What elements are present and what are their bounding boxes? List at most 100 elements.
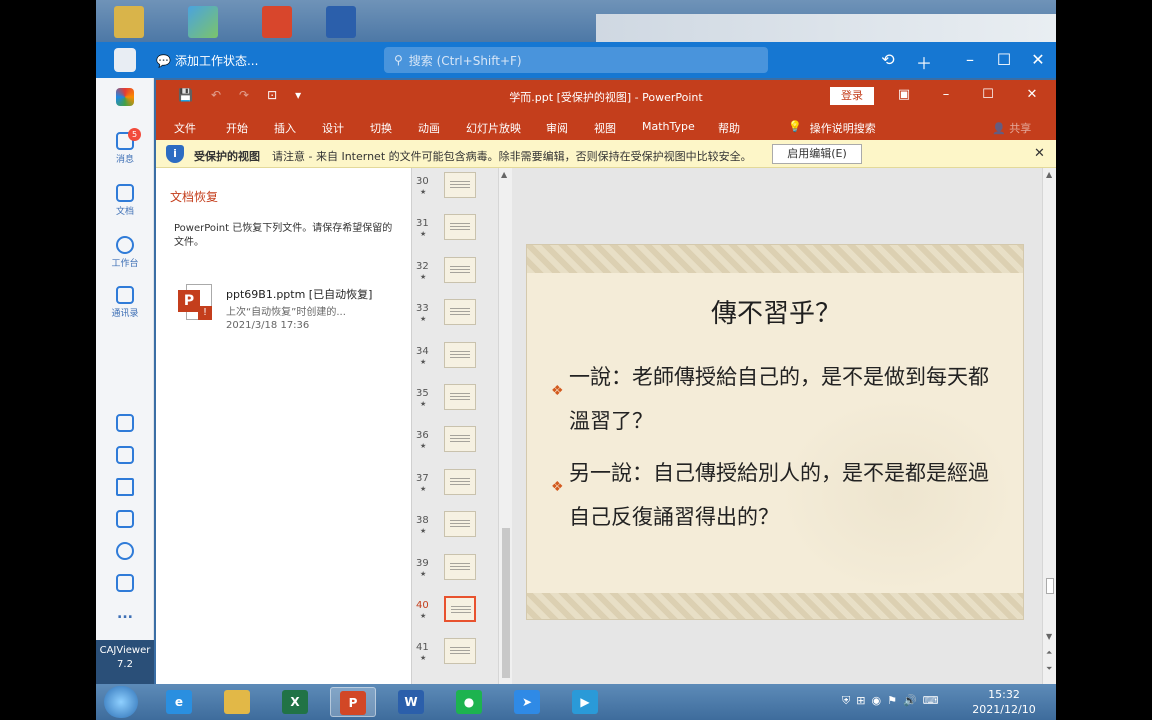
word-app-icon[interactable] (326, 6, 356, 38)
work-status[interactable]: 💬 添加工作状态... (156, 52, 258, 69)
slide-thumbnail-35[interactable]: 35 ★ (412, 384, 512, 414)
tab-help[interactable]: 帮助 (718, 120, 740, 136)
slide-thumbnail-33[interactable]: 33 ★ (412, 299, 512, 329)
cajviewer-shortcut[interactable]: CAJViewer 7.2 (96, 640, 154, 684)
slide-thumbnail-36[interactable]: 36 ★ (412, 426, 512, 456)
login-button[interactable]: 登录 (830, 87, 874, 105)
sidebar-item-docs[interactable]: 文档 (96, 184, 154, 217)
taskbar-dingtalk-icon[interactable]: ➤ (504, 687, 550, 717)
shield-icon: i (166, 145, 184, 163)
enable-editing-button[interactable]: 启用编辑(E) (772, 144, 862, 164)
scroll-down-icon[interactable]: ▼ (1046, 632, 1052, 641)
tab-transitions[interactable]: 切换 (370, 120, 392, 136)
phone-icon[interactable] (96, 542, 154, 562)
network-tray-icon[interactable]: ⊞ (856, 694, 865, 708)
tab-mathtype[interactable]: MathType (642, 120, 695, 133)
todo-check-icon[interactable] (96, 446, 154, 466)
shield-tray-icon[interactable]: ⛨ (842, 694, 850, 708)
current-slide[interactable]: 傳不習乎？ ❖ 一說：老師傳授給自己的，是不是做到每天都溫習了？ ❖ 另一說：自… (526, 244, 1024, 620)
taskbar-explorer-icon[interactable] (214, 687, 260, 717)
tab-design[interactable]: 设计 (322, 120, 344, 136)
taskbar-powerpoint-icon[interactable]: P (330, 687, 376, 717)
thumbnail-scrollbar[interactable]: ▲ (498, 168, 512, 684)
taskbar-clock[interactable]: 15:32 2021/12/10 (964, 687, 1044, 717)
plus-icon[interactable]: ＋ (914, 50, 934, 74)
lightning-icon[interactable] (96, 478, 154, 498)
flag-tray-icon[interactable]: ⚑ (887, 694, 897, 708)
slide-thumbnail-40[interactable]: 40 ★ (412, 596, 512, 626)
box-icon[interactable] (96, 574, 154, 594)
slide-bullet[interactable]: ❖ 另一說：自己傳授給別人的，是不是都是經過自己反復誦習得出的？ (551, 451, 1001, 539)
folder-icon[interactable] (114, 6, 144, 38)
tab-home[interactable]: 开始 (226, 120, 248, 136)
app-tray-icon[interactable]: ◉ (871, 694, 881, 708)
sidebar-item-contacts[interactable]: 通讯录 (96, 286, 154, 319)
pptx-file-icon[interactable]: P! (178, 284, 212, 322)
sidebar-label: 工作台 (111, 259, 139, 269)
thumbnail-image (444, 341, 476, 368)
calendar-icon[interactable] (96, 414, 154, 434)
transition-star-icon: ★ (420, 442, 427, 451)
minimize-icon[interactable]: – (936, 87, 956, 102)
windows-app-icon[interactable] (188, 6, 218, 38)
taskbar-video-icon[interactable]: ▶ (562, 687, 608, 717)
tab-view[interactable]: 视图 (594, 120, 616, 136)
taskbar-wechat-icon[interactable]: ● (446, 687, 492, 717)
dingtalk-search[interactable]: ⚲ 搜索 (Ctrl+Shift+F) (384, 47, 768, 73)
scroll-up-icon[interactable]: ▲ (1046, 170, 1052, 179)
slide-bottom-border (527, 593, 1023, 619)
tab-insert[interactable]: 插入 (274, 120, 296, 136)
slide-thumbnail-34[interactable]: 34 ★ (412, 341, 512, 372)
slide-bullet[interactable]: ❖ 一說：老師傳授給自己的，是不是做到每天都溫習了？ (551, 355, 1001, 443)
next-slide-icon[interactable]: ⏷ (1046, 664, 1052, 674)
taskbar-app-glyph (224, 690, 250, 714)
scroll-up-icon[interactable]: ▲ (501, 170, 507, 179)
keyboard-icon[interactable]: ⌨ (923, 694, 939, 708)
chat-bubble-icon: 💬 (156, 53, 171, 68)
slide-thumbnail-30[interactable]: 30 ★ (412, 172, 512, 202)
slide-thumbnail-39[interactable]: 39 ★ (412, 553, 512, 584)
more-icon[interactable]: ... (96, 606, 154, 622)
sidebar-item-messages[interactable]: 5 消息 (96, 128, 154, 165)
recovered-file-name[interactable]: ppt69B1.pptm [已自动恢复] (226, 286, 372, 302)
maximize-icon[interactable]: ☐ (994, 50, 1014, 69)
transition-star-icon: ★ (420, 484, 427, 493)
close-icon[interactable]: ✕ (1028, 50, 1048, 69)
sidebar-app-switcher[interactable] (96, 88, 154, 108)
history-icon[interactable]: ⟲ (878, 50, 898, 69)
taskbar-ie-icon[interactable]: e (156, 687, 202, 717)
mail-icon[interactable] (96, 510, 154, 530)
slide-title[interactable]: 傳不習乎？ (527, 293, 1023, 330)
taskbar-word-icon[interactable]: W (388, 687, 434, 717)
share-button[interactable]: 👤 共享 (992, 120, 1031, 136)
slide-thumbnail-31[interactable]: 31 ★ (412, 214, 512, 244)
thumbnail-number: 37 (416, 472, 429, 484)
thumbnail-image (444, 596, 476, 622)
close-icon[interactable]: ✕ (1022, 87, 1042, 102)
tab-animations[interactable]: 动画 (418, 120, 440, 136)
ribbon-display-icon[interactable]: ▣ (894, 87, 914, 102)
slide-thumbnail-41[interactable]: 41 ★ (412, 638, 512, 668)
close-bar-icon[interactable]: ✕ (1034, 146, 1045, 161)
slide-thumbnail-37[interactable]: 37 ★ (412, 468, 512, 499)
volume-icon[interactable]: 🔊 (903, 694, 917, 708)
tab-review[interactable]: 审阅 (546, 120, 568, 136)
slide-thumbnail-32[interactable]: 32 ★ (412, 256, 512, 287)
pdf-app-icon[interactable] (262, 6, 292, 38)
maximize-icon[interactable]: ☐ (978, 87, 998, 102)
slide-scrollbar[interactable]: ▲ ▼ ⏶ ⏷ (1042, 168, 1056, 684)
scroll-thumb[interactable] (502, 528, 510, 678)
previous-slide-icon[interactable]: ⏶ (1046, 648, 1052, 658)
tell-me-search[interactable]: 💡 操作说明搜索 (788, 120, 876, 136)
taskbar-excel-icon[interactable]: X (272, 687, 318, 717)
sidebar-item-workbench[interactable]: 工作台 (96, 236, 154, 269)
desktop-banner (596, 14, 1056, 42)
tab-slideshow[interactable]: 幻灯片放映 (466, 120, 521, 136)
scroll-thumb[interactable] (1046, 578, 1054, 594)
minimize-icon[interactable]: – (960, 50, 980, 69)
slide-thumbnail-38[interactable]: 38 ★ (412, 511, 512, 541)
start-button-icon[interactable] (104, 686, 138, 718)
document-recovery-pane: 文档恢复 PowerPoint 已恢复下列文件。请保存希望保留的文件。 P! p… (156, 168, 412, 684)
tab-file[interactable]: 文件 (174, 120, 196, 136)
work-status-label: 添加工作状态... (174, 54, 259, 68)
